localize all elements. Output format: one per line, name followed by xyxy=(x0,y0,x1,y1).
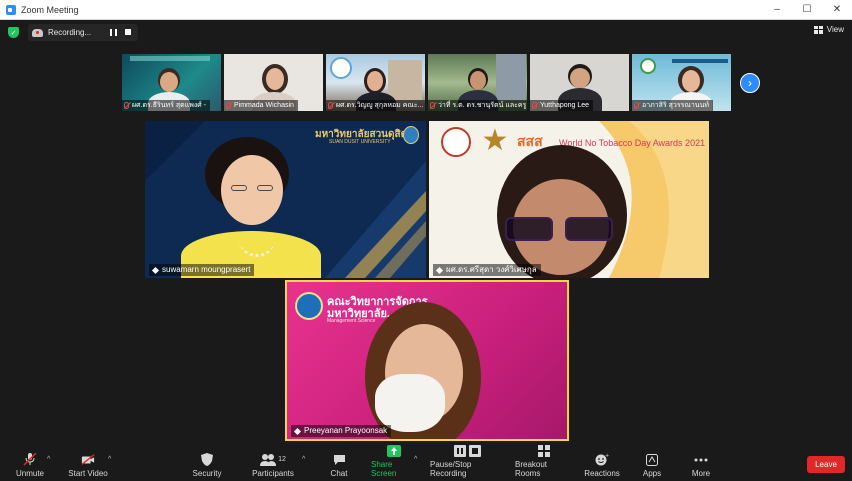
breakout-rooms-button[interactable]: Breakout Rooms xyxy=(515,445,573,481)
video-tile-srisuda[interactable]: ★ สสส World No Tobacco Day Awards 2021 ผ… xyxy=(429,121,709,278)
mic-muted-icon xyxy=(634,102,639,109)
pause-stop-icon xyxy=(453,445,483,457)
svg-text:+: + xyxy=(605,453,609,459)
mic-muted-icon xyxy=(23,453,37,466)
mic-muted-icon xyxy=(124,102,129,109)
thumbnail-label: อาภาสิริ สุวรรณานนท์ xyxy=(632,100,713,111)
view-label: View xyxy=(826,25,844,34)
window-title: Zoom Meeting xyxy=(21,4,79,15)
recording-indicator: Recording... xyxy=(28,24,138,41)
chat-button[interactable]: Chat xyxy=(326,449,352,481)
pause-stop-recording-button[interactable]: Pause/Stop Recording xyxy=(430,445,506,481)
tile-label: Preeyanan Prayoonsak xyxy=(291,425,392,437)
pause-recording-icon[interactable] xyxy=(110,29,117,36)
smiley-plus-icon: + xyxy=(595,453,609,466)
thumbnail-label: ผศ.ดร.ธีรินทร์ สุดแพงศ์ - xyxy=(122,100,210,111)
next-page-button[interactable]: › xyxy=(740,73,760,93)
participant-thumbnail[interactable]: Yutthapong Lee xyxy=(530,54,629,111)
thumbnail-label: ผศ.ดร.วิญญู สุกุลหอม คณะ... xyxy=(326,100,425,111)
university-name-en: SUAN DUSIT UNIVERSITY xyxy=(329,139,391,145)
tile-label: suwamarn moungprasert xyxy=(149,264,255,276)
more-dots-icon xyxy=(694,453,708,466)
unmute-button[interactable]: Unmute xyxy=(12,449,48,481)
chevron-right-icon: › xyxy=(748,76,752,90)
star-badge-icon: ★ xyxy=(481,124,509,157)
pin-icon xyxy=(435,266,444,274)
participant-thumbnail[interactable]: ผศ.ดร.วิญญู สุกุลหอม คณะ... xyxy=(326,54,425,111)
window-controls: – ☐ ✕ xyxy=(762,0,852,20)
close-button[interactable]: ✕ xyxy=(822,0,852,20)
title-bar: Zoom Meeting – ☐ ✕ xyxy=(0,0,852,20)
participants-count: 12 xyxy=(278,456,286,463)
meeting-stage: ✓ Recording... View ผศ.ดร.ธีรินทร์ สุดแพ… xyxy=(0,20,852,449)
mic-muted-icon xyxy=(430,102,435,109)
share-screen-icon xyxy=(387,445,401,457)
grid-view-icon xyxy=(813,25,823,34)
view-button[interactable]: View xyxy=(813,25,844,34)
thumbnail-label: ว่าที่ ร.ต. ดร.ชานุรัตน์ และครู... xyxy=(428,100,527,111)
event-title: World No Tobacco Day Awards 2021 xyxy=(559,138,706,148)
video-options-chevron-icon[interactable]: ^ xyxy=(108,456,111,463)
start-video-button[interactable]: Start Video xyxy=(68,449,108,481)
participant-thumbnail[interactable]: อาภาสิริ สุวรรณานนท์ xyxy=(632,54,731,111)
security-shield-icon[interactable]: ✓ xyxy=(8,27,19,38)
thumbnail-label: Pimmada Wichasin xyxy=(224,100,298,111)
video-off-icon xyxy=(81,453,95,466)
tile-label: ผศ.ดร.ศรีสุดา วงศ์วิเศษกุล xyxy=(433,264,541,276)
mic-muted-icon xyxy=(532,102,537,109)
audio-options-chevron-icon[interactable]: ^ xyxy=(47,456,50,463)
participant-thumbnail[interactable]: Pimmada Wichasin xyxy=(224,54,323,111)
pin-icon xyxy=(293,427,302,435)
org-logo-icon xyxy=(441,127,471,157)
mic-muted-icon xyxy=(328,102,333,109)
participant-thumbnail[interactable]: ผศ.ดร.ธีรินทร์ สุดแพงศ์ - xyxy=(122,54,221,111)
cloud-record-icon xyxy=(32,28,43,37)
university-logo-icon xyxy=(403,126,419,144)
glasses-left xyxy=(505,217,553,241)
faculty-name-en: Management Science xyxy=(327,318,376,324)
breakout-grid-icon xyxy=(537,445,551,457)
participants-options-chevron-icon[interactable]: ^ xyxy=(302,456,305,463)
zoom-logo-icon xyxy=(6,4,16,15)
participant-thumbnail[interactable]: ว่าที่ ร.ต. ดร.ชานุรัตน์ และครู... xyxy=(428,54,527,111)
maximize-button[interactable]: ☐ xyxy=(792,0,822,20)
leave-button[interactable]: Leave xyxy=(807,456,845,473)
pin-icon xyxy=(151,266,160,274)
mic-muted-icon xyxy=(226,102,231,109)
faculty-logo-icon xyxy=(295,292,323,320)
more-button[interactable]: More xyxy=(688,449,714,481)
recording-label: Recording... xyxy=(48,28,92,37)
meeting-toolbar: Unmute ^ Start Video ^ Security 12 Parti… xyxy=(0,445,852,481)
thumbnail-label: Yutthapong Lee xyxy=(530,100,594,111)
apps-icon xyxy=(645,453,659,466)
video-tile-preeyanan[interactable]: คณะวิทยาการจัดการ มหาวิทยาลัย... Managem… xyxy=(285,280,569,441)
apps-button[interactable]: Apps xyxy=(640,449,664,481)
chat-bubble-icon xyxy=(332,453,346,466)
participants-button[interactable]: 12 Participants xyxy=(252,449,294,481)
minimize-button[interactable]: – xyxy=(762,0,792,20)
stop-recording-icon[interactable] xyxy=(125,29,131,35)
share-screen-button[interactable]: Share Screen xyxy=(371,445,417,481)
people-icon: 12 xyxy=(258,453,288,466)
glasses-right xyxy=(565,217,613,241)
reactions-button[interactable]: + Reactions xyxy=(584,449,620,481)
face-mask xyxy=(375,374,445,432)
video-tile-suwamarn[interactable]: มหาวิทยาลัยสวนดุสิต SUAN DUSIT UNIVERSIT… xyxy=(145,121,426,278)
shield-icon xyxy=(200,453,214,466)
security-button[interactable]: Security xyxy=(190,449,224,481)
share-options-chevron-icon[interactable]: ^ xyxy=(414,456,417,463)
